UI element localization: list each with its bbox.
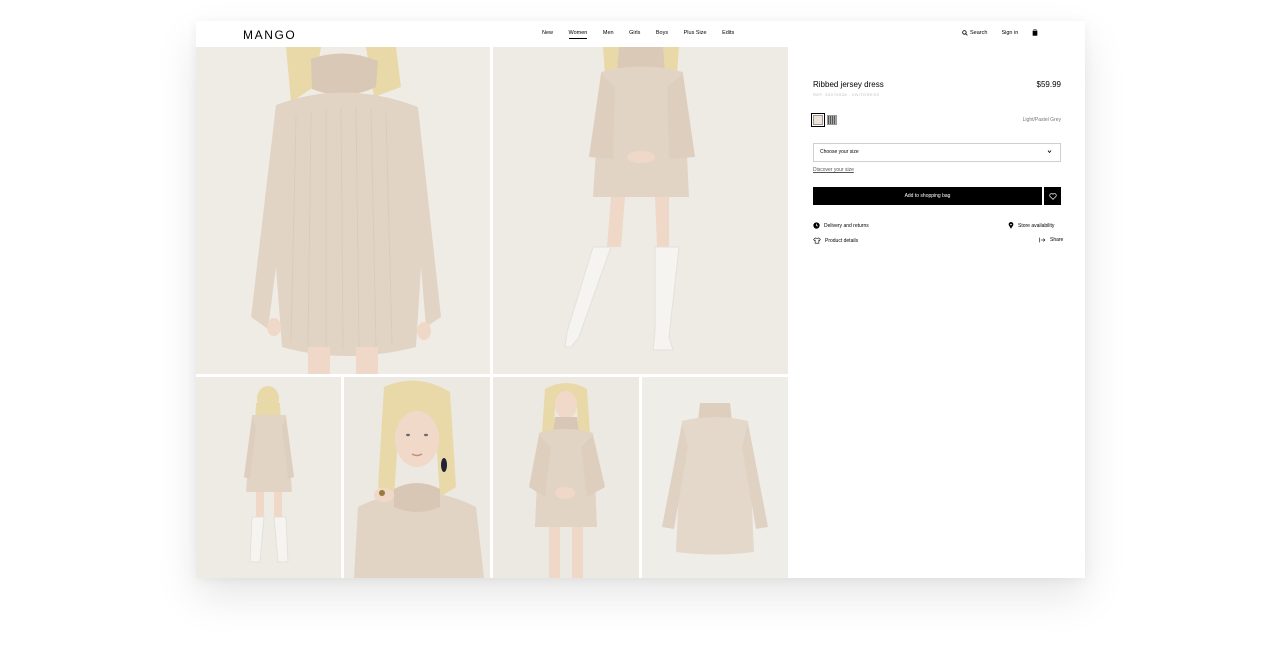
share-label: Share [1050,237,1064,243]
product-reference: REF. 53070538 - KNITDRESS [813,92,880,97]
favorite-button[interactable] [1044,187,1061,205]
search-label: Search [970,29,988,36]
nav-item-men[interactable]: Men [603,30,614,36]
nav-item-women[interactable]: Women [568,30,587,39]
photo-front-full[interactable] [493,47,788,374]
clock-icon [813,222,820,229]
nav-item-plus-size[interactable]: Plus Size [684,30,707,36]
color-swatch-grey[interactable] [827,115,837,125]
product-details-label: Product details [825,237,859,244]
mango-logo[interactable]: MANGO [243,28,296,42]
nav-item-boys[interactable]: Boys [656,30,668,36]
color-swatch-beige[interactable] [811,113,825,127]
share-icon [1039,237,1046,243]
main-nav: New Women Men Girls Boys Plus Size Edits [542,30,750,39]
photo-standing[interactable] [493,377,639,578]
browser-window: MANGO New Women Men Girls Boys Plus Size… [196,21,1085,578]
nav-item-edits[interactable]: Edits [722,30,734,36]
photo-portrait[interactable] [344,377,490,578]
delivery-returns-label: Delivery and returns [824,222,869,229]
photo-flat[interactable] [642,377,788,578]
product-details-link[interactable]: Product details [813,237,858,244]
photo-back[interactable] [196,377,341,578]
heart-icon [1048,192,1057,200]
product-gallery [196,47,788,578]
product-price: $59.99 [1036,80,1061,89]
site-header: MANGO New Women Men Girls Boys Plus Size… [196,21,1085,47]
store-availability-link[interactable]: Store availability [1008,222,1054,229]
location-pin-icon [1008,222,1014,229]
selected-color-name: Light/Pastel Grey [1022,117,1061,123]
nav-item-girls[interactable]: Girls [629,30,640,36]
header-actions: Search Sign in [962,29,1038,36]
share-link[interactable]: Share [1039,237,1063,243]
nav-item-new[interactable]: New [542,30,553,36]
delivery-returns-link[interactable]: Delivery and returns [813,222,869,229]
shirt-icon [813,237,821,244]
search-icon [962,29,968,36]
size-select-label: Choose your size [820,149,859,155]
color-swatches [811,113,837,127]
product-title: Ribbed jersey dress [813,80,884,89]
size-select[interactable]: Choose your size [813,143,1061,162]
photo-front-closeup[interactable] [196,47,490,374]
shopping-bag-icon[interactable] [1032,29,1038,36]
sign-in-link[interactable]: Sign in [1001,30,1018,36]
chevron-down-icon [1047,150,1052,154]
store-availability-label: Store availability [1018,222,1055,229]
discover-size-link[interactable]: Discover your size [813,167,854,173]
search-button[interactable]: Search [962,30,987,36]
add-to-bag-button[interactable]: Add to shopping bag [813,187,1042,205]
